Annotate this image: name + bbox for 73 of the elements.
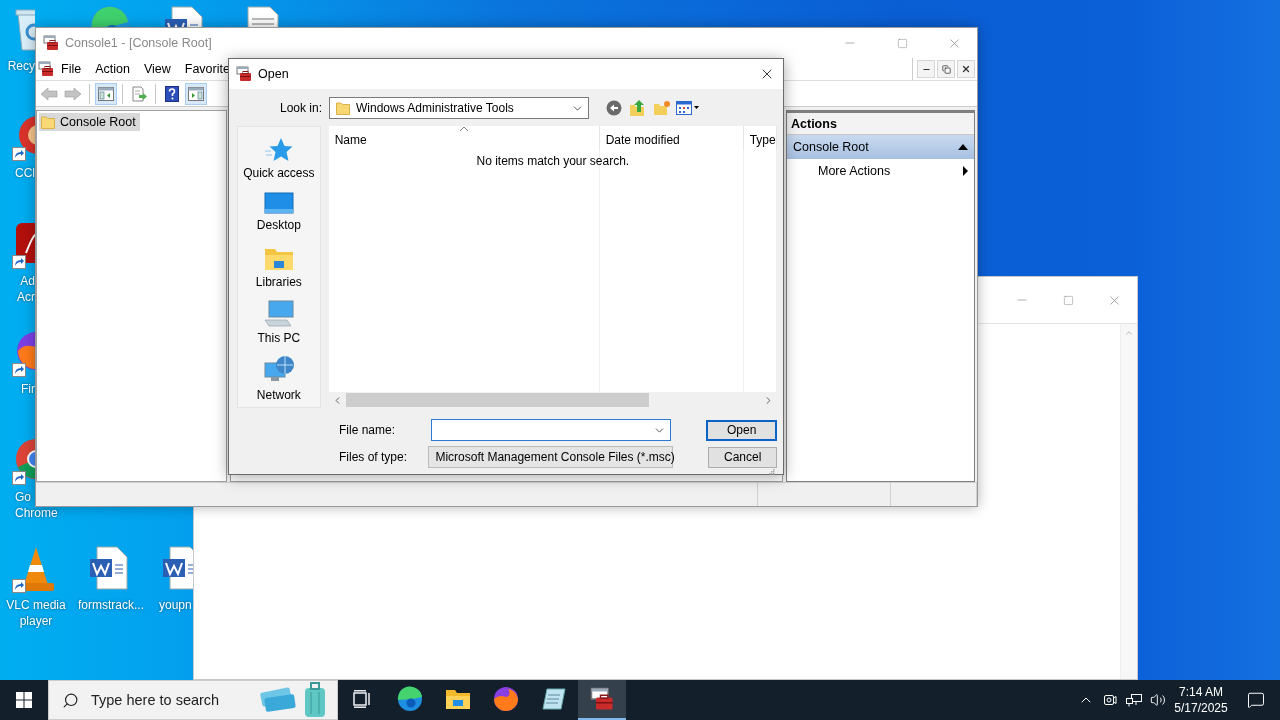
folder-icon xyxy=(336,101,350,115)
search-icon xyxy=(62,691,79,709)
resize-grip-icon xyxy=(768,468,775,475)
swirl-icon xyxy=(397,686,423,712)
place-item[interactable]: Libraries xyxy=(238,243,320,299)
toolbox-icon xyxy=(236,66,252,82)
toolbox-icon xyxy=(43,35,59,51)
window-title: Console1 - [Console Root] xyxy=(65,36,213,50)
maximize-icon xyxy=(896,37,908,49)
action-item[interactable]: More Actions xyxy=(787,159,974,183)
look-in-label: Look in: xyxy=(278,101,322,115)
speaker-icon xyxy=(1150,692,1166,708)
scroll-up-icon xyxy=(1124,328,1134,338)
search-bar[interactable]: Type here to search xyxy=(48,680,338,720)
notepad-icon xyxy=(541,687,567,711)
place-item[interactable]: Quick access xyxy=(238,135,320,190)
column-header[interactable]: Name xyxy=(328,126,600,150)
up-folder-icon xyxy=(629,99,647,117)
computer-icon xyxy=(262,300,295,329)
desktop-icon xyxy=(263,191,294,216)
dialog-title: Open xyxy=(258,67,290,81)
star-icon xyxy=(264,137,293,163)
file-name-field[interactable] xyxy=(431,419,672,441)
column-header[interactable]: Date modified xyxy=(599,126,744,150)
menu-item[interactable]: Action xyxy=(88,62,137,76)
folder-icon xyxy=(445,688,471,710)
actions-section[interactable]: Console Root xyxy=(787,135,974,159)
submenu-arrow-icon xyxy=(963,166,968,176)
taskbar-button[interactable] xyxy=(578,680,626,720)
place-item[interactable]: Desktop xyxy=(238,189,320,244)
open-button[interactable]: Open xyxy=(706,419,777,441)
back-arrow-icon xyxy=(40,86,58,101)
export-list-icon xyxy=(131,85,147,102)
notification-icon xyxy=(1247,691,1265,709)
task-view-icon xyxy=(352,690,372,708)
scrollbar[interactable] xyxy=(1120,324,1137,679)
tree-item[interactable]: Console Root xyxy=(39,113,140,131)
windows-logo-icon xyxy=(16,692,32,708)
search-field[interactable]: Type here to search xyxy=(89,691,249,709)
toolbox-icon xyxy=(590,687,614,711)
folder-icon xyxy=(41,115,55,129)
column-header[interactable]: Type xyxy=(743,126,777,150)
place-item[interactable]: This PC xyxy=(238,298,320,353)
clock-time: 7:14 AM xyxy=(1179,684,1223,700)
menu-item[interactable]: View xyxy=(136,62,178,76)
section-title: Console Root xyxy=(793,140,869,154)
actions-header: Actions xyxy=(787,113,974,135)
forward-arrow-icon xyxy=(64,86,82,101)
window-pane-icon xyxy=(98,86,114,101)
clock[interactable]: 7:14 AM 5/17/2025 xyxy=(1170,680,1232,720)
cancel-button[interactable]: Cancel xyxy=(708,446,777,468)
close-icon xyxy=(961,64,971,74)
empty-message: No items match your search. xyxy=(475,154,631,168)
file-name-label: File name: xyxy=(338,423,397,437)
menu-item[interactable]: File xyxy=(54,62,89,76)
look-in-dropdown[interactable]: Windows Administrative Tools xyxy=(329,97,589,119)
network-icon xyxy=(1126,693,1142,707)
toolbox-icon xyxy=(38,61,54,77)
maximize-icon xyxy=(1062,294,1074,306)
action-label: More Actions xyxy=(818,164,891,178)
place-item[interactable]: Network xyxy=(238,352,320,408)
camera-icon xyxy=(1103,693,1117,707)
window-pane-icon xyxy=(188,86,204,101)
scroll-thumb[interactable] xyxy=(345,393,649,407)
clock-date: 5/17/2025 xyxy=(1174,700,1228,716)
close-button[interactable] xyxy=(957,60,975,78)
file-type-label: Files of type: xyxy=(338,450,409,464)
help-icon xyxy=(165,85,179,102)
file-type-dropdown[interactable]: Microsoft Management Console Files (*.msc) xyxy=(428,446,674,468)
view-grid-icon xyxy=(676,101,700,115)
new-folder-icon xyxy=(653,100,671,116)
restore-icon xyxy=(941,64,951,74)
fox-globe-icon xyxy=(493,686,519,712)
